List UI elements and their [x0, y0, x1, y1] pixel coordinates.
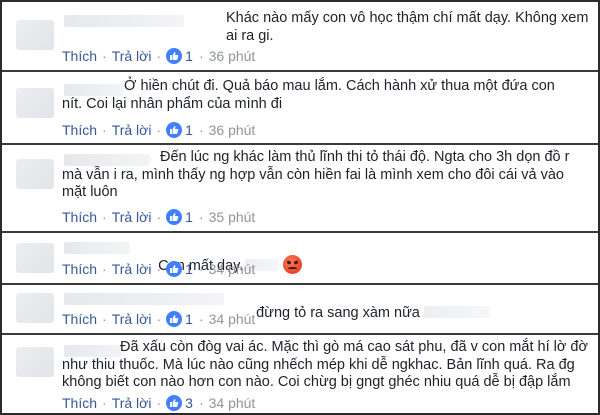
- like-button[interactable]: Thích: [62, 48, 97, 64]
- comments-screenshot-frame: Khác nào mấy con vô học thậm chí mất dạy…: [0, 0, 600, 415]
- comment-actions: Thích · Trả lời · 1 · 34 phút: [62, 311, 255, 327]
- separator-dot: ·: [156, 48, 162, 64]
- separator-dot: ·: [102, 209, 107, 225]
- avatar[interactable]: [16, 347, 54, 377]
- separator-dot: ·: [198, 48, 204, 64]
- comment-5: đừng tỏ ra sang xàm nữa Thích · Trả lời …: [2, 285, 598, 335]
- like-button[interactable]: Thích: [62, 395, 97, 411]
- like-button[interactable]: Thích: [62, 209, 97, 225]
- separator-dot: ·: [102, 311, 107, 327]
- timestamp[interactable]: 34 phút: [209, 261, 256, 277]
- separator-dot: ·: [156, 311, 162, 327]
- separator-dot: ·: [198, 209, 204, 225]
- timestamp[interactable]: 36 phút: [209, 48, 256, 64]
- reply-button[interactable]: Trả lời: [112, 261, 152, 277]
- reply-button[interactable]: Trả lời: [112, 48, 152, 64]
- comment-text: đừng tỏ ra sang xàm nữa: [232, 287, 532, 340]
- comment-actions: Thích · Trả lời · 3 · 34 phút: [62, 395, 255, 411]
- thumbs-up-icon: [166, 209, 183, 225]
- author-tag-redacted: [423, 305, 490, 318]
- comment-text: Khác nào mấy con vô học thậm chí mất dạy…: [226, 10, 589, 44]
- author-name-redacted[interactable]: [64, 242, 130, 254]
- avatar[interactable]: [16, 243, 54, 273]
- comment-2: Ở hiền chút đi. Quả báo mau lắm. Cách hà…: [2, 72, 598, 145]
- reply-button[interactable]: Trả lời: [112, 209, 152, 225]
- author-name-redacted[interactable]: [64, 293, 224, 305]
- like-count-badge[interactable]: 1: [166, 122, 194, 138]
- comment-text: Đến lúc ng khác làm thủ lĩnh thi tỏ thái…: [62, 149, 570, 200]
- like-button[interactable]: Thích: [62, 311, 97, 327]
- separator-dot: ·: [156, 209, 162, 225]
- comment-actions: Thích · Trả lời · 1 · 34 phút: [62, 261, 255, 277]
- comment-1: Khác nào mấy con vô học thậm chí mất dạy…: [2, 2, 598, 72]
- comment-text: Ở hiền chút đi. Quả báo mau lắm. Cách hà…: [62, 78, 555, 112]
- comment-actions: Thích · Trả lời · 1 · 36 phút: [62, 122, 255, 138]
- like-count-badge[interactable]: 1: [166, 311, 194, 327]
- reply-button[interactable]: Trả lời: [112, 122, 152, 138]
- thumbs-up-icon: [166, 48, 183, 64]
- like-count: 1: [185, 48, 193, 64]
- separator-dot: ·: [102, 122, 107, 138]
- like-count-badge[interactable]: 1: [166, 48, 194, 64]
- comment-6: Đã xấu còn đòg vai ác. Mặc thì gò má cao…: [2, 335, 598, 413]
- separator-dot: ·: [198, 261, 204, 277]
- like-count: 3: [185, 395, 193, 411]
- like-count: 1: [185, 261, 193, 277]
- reply-button[interactable]: Trả lời: [112, 311, 152, 327]
- comment-4: Con mất dạy. Thích · Trả lời · 1 · 34 ph…: [2, 233, 598, 285]
- like-count-badge[interactable]: 1: [166, 261, 194, 277]
- comment-text-content: đừng tỏ ra sang xàm nữa: [256, 304, 420, 321]
- like-count-badge[interactable]: 1: [166, 209, 194, 225]
- comment-text: Đã xấu còn đòg vai ác. Mặc thì gò má cao…: [62, 339, 588, 390]
- timestamp[interactable]: 34 phút: [209, 395, 256, 411]
- avatar[interactable]: [16, 88, 54, 118]
- like-button[interactable]: Thích: [62, 261, 97, 277]
- thumbs-up-icon: [166, 261, 183, 277]
- timestamp[interactable]: 36 phút: [209, 122, 256, 138]
- separator-dot: ·: [102, 48, 107, 64]
- separator-dot: ·: [102, 395, 107, 411]
- reply-button[interactable]: Trả lời: [112, 395, 152, 411]
- like-count-badge[interactable]: 3: [166, 395, 194, 411]
- avatar[interactable]: [16, 293, 54, 323]
- thumbs-up-icon: [166, 122, 183, 138]
- comment-3: Đến lúc ng khác làm thủ lĩnh thi tỏ thái…: [2, 145, 598, 233]
- avatar[interactable]: [16, 159, 54, 189]
- thumbs-up-icon: [166, 311, 183, 327]
- author-name-redacted[interactable]: [64, 15, 184, 27]
- like-button[interactable]: Thích: [62, 122, 97, 138]
- angry-emoji-icon: [283, 254, 303, 274]
- separator-dot: ·: [156, 122, 162, 138]
- comment-actions: Thích · Trả lời · 1 · 36 phút: [62, 48, 255, 64]
- separator-dot: ·: [198, 395, 204, 411]
- separator-dot: ·: [156, 395, 162, 411]
- timestamp[interactable]: 35 phút: [209, 209, 256, 225]
- separator-dot: ·: [102, 261, 107, 277]
- like-count: 1: [185, 122, 193, 138]
- separator-dot: ·: [198, 311, 204, 327]
- timestamp[interactable]: 34 phút: [209, 311, 256, 327]
- thumbs-up-icon: [166, 395, 183, 411]
- like-count: 1: [185, 209, 193, 225]
- separator-dot: ·: [156, 261, 162, 277]
- like-count: 1: [185, 311, 193, 327]
- avatar[interactable]: [16, 20, 54, 50]
- comment-actions: Thích · Trả lời · 1 · 35 phút: [62, 209, 255, 225]
- separator-dot: ·: [198, 122, 204, 138]
